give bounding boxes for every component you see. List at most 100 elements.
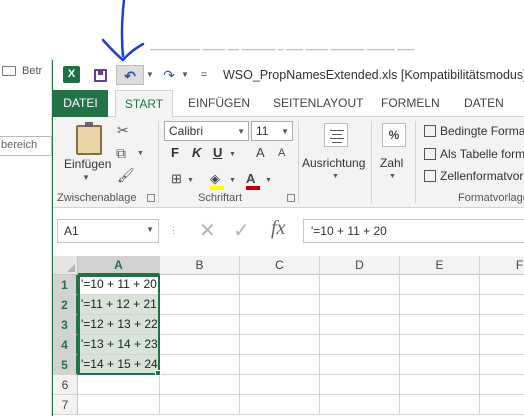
font-color-button[interactable]: A — [246, 171, 255, 186]
cell-c1[interactable] — [240, 275, 320, 295]
font-size-select[interactable]: 11 ▼ — [251, 121, 293, 141]
cell-a6[interactable] — [78, 375, 160, 395]
format-as-table-button[interactable]: Als Tabelle formatieren — [424, 147, 524, 161]
alignment-icon[interactable] — [324, 123, 348, 147]
cut-icon[interactable]: ✂ — [117, 122, 129, 139]
cell-d2[interactable] — [320, 295, 400, 315]
cell-a2[interactable]: '=11 + 12 + 21 — [78, 295, 160, 315]
clipboard-dialog-launcher-icon[interactable] — [147, 194, 155, 202]
cell-a5[interactable]: '=14 + 15 + 24 — [78, 355, 160, 375]
cell-e4[interactable] — [400, 335, 480, 355]
column-header-a[interactable]: A — [78, 256, 160, 275]
row-header[interactable]: 2 — [53, 295, 78, 315]
cell-b3[interactable] — [160, 315, 240, 335]
alignment-dropdown-chevron-icon[interactable]: ▼ — [332, 173, 339, 180]
row-header[interactable]: 1 — [53, 275, 78, 295]
undo-button[interactable]: ↶ — [116, 65, 144, 85]
background-search-box[interactable]: bereich — [0, 136, 52, 156]
cell-d5[interactable] — [320, 355, 400, 375]
cell-styles-button[interactable]: Zellenformatvorlagen — [424, 169, 524, 183]
cell-f1[interactable] — [480, 275, 524, 295]
fill-color-icon[interactable]: ◈ — [210, 171, 220, 187]
bold-button[interactable]: F — [171, 145, 179, 160]
cell-e7[interactable] — [400, 395, 480, 415]
row-header[interactable]: 7 — [53, 395, 78, 415]
cell-c7[interactable] — [240, 395, 320, 415]
number-button-label[interactable]: Zahl — [380, 156, 403, 170]
tab-daten[interactable]: DATEN — [464, 90, 504, 117]
tab-formeln[interactable]: FORMELN — [381, 90, 440, 117]
row-header[interactable]: 3 — [53, 315, 78, 335]
cell-f2[interactable] — [480, 295, 524, 315]
cell-d3[interactable] — [320, 315, 400, 335]
select-all-button[interactable] — [53, 256, 78, 275]
cell-e2[interactable] — [400, 295, 480, 315]
cell-c4[interactable] — [240, 335, 320, 355]
conditional-formatting-button[interactable]: Bedingte Formatierung — [424, 124, 524, 138]
name-box[interactable]: A1 ▼ — [57, 219, 159, 243]
row-header[interactable]: 4 — [53, 335, 78, 355]
insert-function-button[interactable]: fx — [271, 217, 285, 240]
cancel-entry-icon[interactable]: ✕ — [199, 218, 216, 243]
cell-f6[interactable] — [480, 375, 524, 395]
italic-button[interactable]: K — [192, 145, 201, 160]
cell-e1[interactable] — [400, 275, 480, 295]
cell-b7[interactable] — [160, 395, 240, 415]
borders-dropdown-chevron-icon[interactable]: ▼ — [187, 177, 194, 184]
cell-f7[interactable] — [480, 395, 524, 415]
row-header[interactable]: 6 — [53, 375, 78, 395]
font-dialog-launcher-icon[interactable] — [287, 194, 295, 202]
cell-b2[interactable] — [160, 295, 240, 315]
cell-f4[interactable] — [480, 335, 524, 355]
shrink-font-button[interactable]: A — [278, 147, 285, 159]
cell-a3[interactable]: '=12 + 13 + 22 — [78, 315, 160, 335]
copy-icon[interactable]: ⧉ — [116, 145, 126, 162]
column-header-b[interactable]: B — [160, 256, 240, 275]
redo-button[interactable]: ↷ — [159, 65, 179, 85]
paste-icon[interactable] — [76, 122, 102, 155]
column-header-d[interactable]: D — [320, 256, 400, 275]
copy-dropdown-chevron-icon[interactable]: ▼ — [137, 150, 144, 157]
cell-b5[interactable] — [160, 355, 240, 375]
cell-d1[interactable] — [320, 275, 400, 295]
font-color-dropdown-chevron-icon[interactable]: ▼ — [265, 177, 272, 184]
paste-button-label[interactable]: Einfügen — [64, 157, 111, 171]
row-header[interactable]: 5 — [53, 355, 78, 375]
column-header-c[interactable]: C — [240, 256, 320, 275]
save-button[interactable] — [91, 65, 109, 85]
cell-d7[interactable] — [320, 395, 400, 415]
customize-qat-button[interactable]: = — [197, 65, 211, 85]
tab-start[interactable]: START — [115, 90, 173, 117]
cell-c2[interactable] — [240, 295, 320, 315]
tab-einfuegen[interactable]: EINFÜGEN — [188, 90, 250, 117]
cell-a1[interactable]: '=10 + 11 + 20 — [78, 275, 160, 295]
fill-color-dropdown-chevron-icon[interactable]: ▼ — [229, 177, 236, 184]
redo-dropdown-chevron-icon[interactable]: ▼ — [181, 70, 189, 79]
cell-e3[interactable] — [400, 315, 480, 335]
grow-font-button[interactable]: A — [256, 145, 265, 160]
cell-a7[interactable] — [78, 395, 160, 415]
font-name-select[interactable]: Calibri ▼ — [164, 121, 249, 141]
cell-c3[interactable] — [240, 315, 320, 335]
confirm-entry-icon[interactable]: ✓ — [233, 218, 250, 243]
cell-b6[interactable] — [160, 375, 240, 395]
cell-d6[interactable] — [320, 375, 400, 395]
underline-button[interactable]: U — [213, 145, 222, 160]
column-header-e[interactable]: E — [400, 256, 480, 275]
cell-c5[interactable] — [240, 355, 320, 375]
fill-handle[interactable] — [155, 370, 161, 376]
tab-seitenlayout[interactable]: SEITENLAYOUT — [273, 90, 363, 117]
cell-e6[interactable] — [400, 375, 480, 395]
column-header-f[interactable]: F — [480, 256, 524, 275]
alignment-button-label[interactable]: Ausrichtung — [302, 156, 365, 170]
borders-icon[interactable]: ⊞ — [171, 171, 182, 187]
paste-dropdown-chevron-icon[interactable]: ▼ — [82, 173, 90, 182]
percent-icon[interactable]: % — [382, 123, 406, 147]
undo-dropdown-chevron-icon[interactable]: ▼ — [146, 70, 154, 79]
cell-e5[interactable] — [400, 355, 480, 375]
tab-datei[interactable]: DATEI — [53, 90, 108, 117]
formula-input[interactable]: '=10 + 11 + 20 — [303, 219, 524, 243]
number-dropdown-chevron-icon[interactable]: ▼ — [389, 173, 396, 180]
format-painter-icon[interactable]: 🖌 — [117, 167, 135, 184]
cell-f3[interactable] — [480, 315, 524, 335]
